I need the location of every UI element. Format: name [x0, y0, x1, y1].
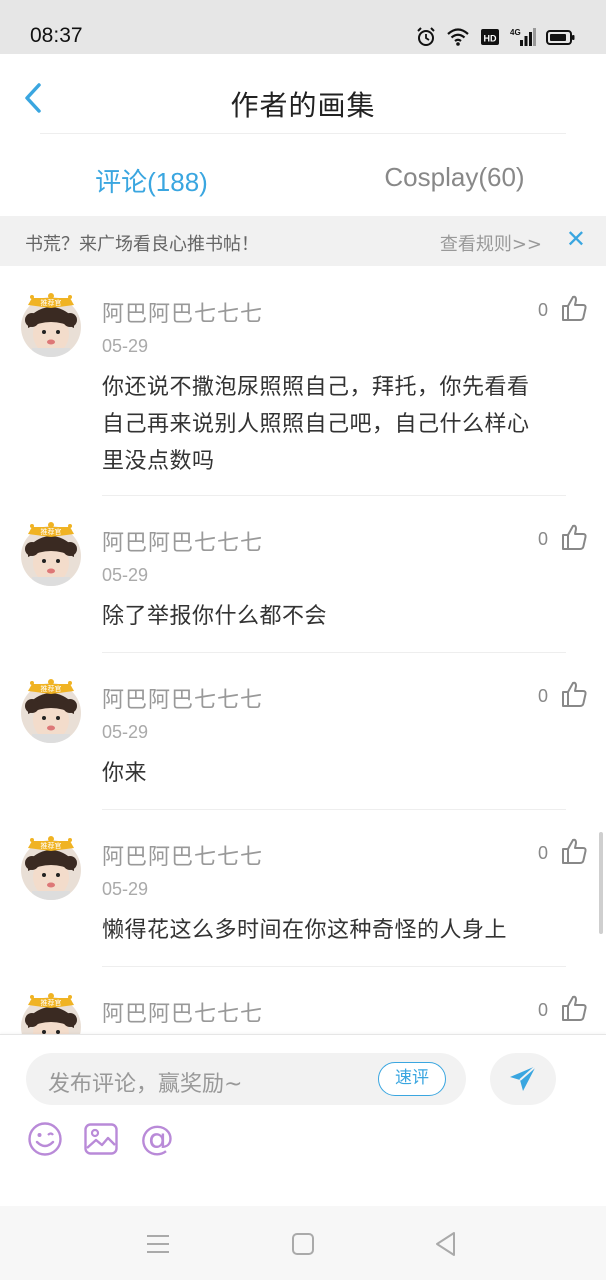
emoji-icon	[28, 1122, 62, 1156]
mention-button[interactable]: @	[138, 1119, 176, 1159]
avatar[interactable]: 推荐官	[18, 674, 84, 744]
like-count: 0	[537, 843, 548, 863]
comment-divider	[102, 652, 566, 653]
comment-date: 05-29	[102, 565, 149, 585]
close-icon[interactable]: ✕	[566, 227, 586, 251]
comment-divider	[102, 966, 566, 967]
comment-text-line: 你来	[102, 761, 148, 786]
menu-button[interactable]	[144, 1230, 172, 1258]
comment-username[interactable]: 阿巴阿巴七七七	[102, 996, 263, 1028]
mention-glyph: @	[140, 1119, 174, 1158]
badge-label: 推荐官	[41, 298, 62, 307]
like-count: 0	[537, 1000, 548, 1020]
app-header: 作者的画集	[0, 54, 606, 134]
thumbs-up-icon[interactable]	[560, 994, 588, 1022]
like-count: 0	[537, 529, 548, 549]
alarm-icon	[417, 27, 435, 46]
send-icon	[510, 1065, 537, 1091]
comment-item: 推荐官 阿巴阿巴七七七 0 05-29 你还说不撒泡尿照照自己，拜托，你先看看 自己再来说…	[0, 284, 606, 504]
send-button[interactable]	[490, 1053, 556, 1105]
tab-cosplay[interactable]: Cosplay(60)	[303, 134, 606, 216]
home-button[interactable]	[289, 1230, 317, 1258]
badge-label: 推荐官	[41, 527, 62, 536]
battery-icon	[546, 30, 575, 45]
composer-tools: @	[26, 1119, 176, 1159]
avatar[interactable]: 推荐官	[18, 831, 84, 901]
badge-label: 推荐官	[41, 841, 62, 850]
view-rules-link[interactable]: 查看规则>>	[440, 230, 542, 256]
tab-bar: 评论(188) Cosplay(60)	[0, 134, 606, 216]
home-icon	[292, 1233, 314, 1255]
avatar[interactable]: 推荐官	[18, 288, 84, 358]
scrollbar[interactable]	[599, 832, 603, 934]
image-button[interactable]	[82, 1119, 120, 1159]
comment-text-line: 懒得花这么多时间在你这种奇怪的人身上	[102, 918, 508, 943]
notice-text: 书荒？来广场看良心推书帖！	[25, 234, 259, 255]
thumbs-up-icon[interactable]	[560, 294, 588, 322]
comment-text-line: 你还说不撒泡尿照照自己，拜托，你先看看	[102, 375, 530, 400]
comment-divider	[102, 495, 566, 496]
avatar[interactable]: 推荐官	[18, 517, 84, 587]
menu-icon	[147, 1235, 169, 1253]
comment-text-line: 里没点数吗	[102, 449, 215, 474]
like-count: 0	[537, 686, 548, 706]
hd-label: HD	[484, 34, 497, 44]
wifi-icon	[447, 28, 469, 46]
image-icon	[84, 1123, 118, 1155]
page-title: 作者的画集	[230, 89, 376, 122]
comment-username[interactable]: 阿巴阿巴七七七	[102, 296, 263, 328]
thumbs-up-icon[interactable]	[560, 837, 588, 865]
tab-comments[interactable]: 评论(188)	[0, 134, 303, 216]
comment-username[interactable]: 阿巴阿巴七七七	[102, 682, 263, 714]
badge-label: 推荐官	[41, 684, 62, 693]
comment-divider	[102, 809, 566, 810]
comment-text-line: 除了举报你什么都不会	[102, 604, 328, 629]
notice-banner: 书荒？来广场看良心推书帖！ 查看规则>> ✕	[0, 216, 606, 266]
thumbs-up-icon[interactable]	[560, 523, 588, 551]
quick-comment-button[interactable]: 速评	[378, 1062, 446, 1096]
comment-date: 05-29	[102, 336, 149, 356]
comment-item: 推荐官 阿巴阿巴七七七 0	[0, 984, 606, 1034]
comment-list[interactable]: 推荐官 阿巴阿巴七七七 0 05-29 你还说不撒泡尿照照自己，拜托，你先看看 自己再来说…	[0, 266, 606, 1034]
comment-input-placeholder: 发布评论，赢奖励~	[48, 1072, 243, 1097]
signal-4g-icon: 4G	[510, 28, 536, 46]
status-time: 08:37	[30, 24, 83, 47]
comment-username[interactable]: 阿巴阿巴七七七	[102, 839, 263, 871]
comment-date: 05-29	[102, 722, 149, 742]
comment-composer: 发布评论，赢奖励~ 速评 @	[0, 1034, 606, 1206]
avatar[interactable]: 推荐官	[18, 988, 84, 1034]
comment-username[interactable]: 阿巴阿巴七七七	[102, 525, 263, 557]
mention-icon: @	[140, 1119, 174, 1158]
comment-date: 05-29	[102, 879, 149, 899]
like-count: 0	[537, 300, 548, 320]
status-bar: 08:37 HD 4G	[0, 0, 606, 54]
back-triangle-icon	[436, 1232, 455, 1256]
thumbs-up-icon[interactable]	[560, 680, 588, 708]
status-icons: HD 4G	[416, 22, 576, 52]
network-label: 4G	[510, 28, 521, 37]
hd-icon: HD	[481, 29, 499, 45]
back-nav-button[interactable]	[432, 1230, 460, 1258]
emoji-button[interactable]	[26, 1119, 64, 1159]
comment-text-line: 自己再来说别人照照自己吧，自己什么样心	[102, 412, 530, 437]
comment-input[interactable]: 发布评论，赢奖励~ 速评	[26, 1053, 466, 1105]
badge-label: 推荐官	[41, 998, 62, 1007]
system-nav-bar	[0, 1206, 606, 1280]
